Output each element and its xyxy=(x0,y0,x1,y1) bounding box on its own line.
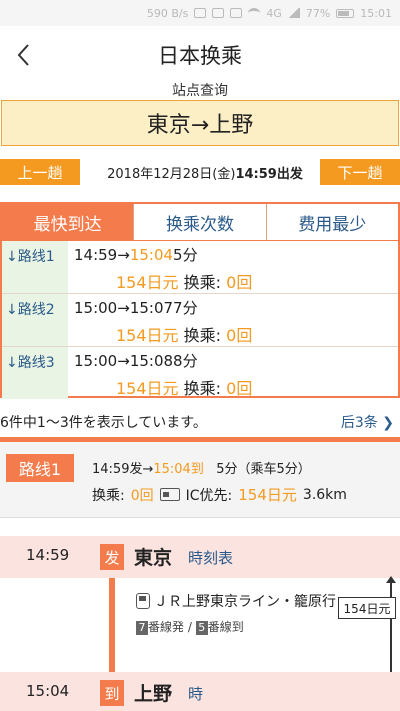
timetable-link[interactable]: 時刻表 xyxy=(188,547,233,568)
summary-details: 换乘: 0回 IC优先: 154日元 3.6km xyxy=(92,486,347,504)
prev-train-button[interactable]: 上一趟 xyxy=(0,159,80,185)
selected-route-summary: 路线1 14:59发→15:04到 5分（乘车5分） 换乘: 0回 IC优先: 1… xyxy=(0,442,400,518)
clock: 15:01 xyxy=(360,6,392,20)
network-type-badge: 4G xyxy=(266,6,282,20)
next-results-link[interactable]: 后3条 ❯ xyxy=(341,412,394,432)
tab-cheapest[interactable]: 费用最少 xyxy=(265,204,398,240)
result-count: 6件中1〜3件を表示しています。 后3条 ❯ xyxy=(0,412,400,434)
route-times: 14:59→15:045分 xyxy=(74,246,198,264)
page-title: 日本换乘 xyxy=(158,44,242,68)
network-speed: 590 B/s xyxy=(146,6,189,20)
route-item-3[interactable]: ↓路线3 15:00→15:088分 154日元 换乘: 0回 xyxy=(2,347,398,400)
tab-fastest[interactable]: 最快到达 xyxy=(2,204,134,240)
spacer xyxy=(0,518,400,536)
status-bar: 590 B/s 4G 77% 15:01 xyxy=(0,0,400,26)
cell-signal-icon xyxy=(287,8,300,18)
train-name: ＪＲ上野東京ライン・籠原行 xyxy=(136,592,336,612)
eye-icon xyxy=(230,8,243,18)
result-count-text: 6件中1〜3件を表示しています。 xyxy=(0,415,207,431)
track-info: 7 番線発 / 5 番線到 xyxy=(136,618,336,635)
route-label: ↓路线2 xyxy=(2,294,68,346)
departure-time: 14:59出发 xyxy=(235,166,303,182)
route-badge: 路线1 xyxy=(6,454,74,482)
departure-datetime: 2018年12月28日(金) 14:59出发 xyxy=(100,159,310,185)
route-label: ↓路线3 xyxy=(2,347,68,399)
stop-name: 上野 xyxy=(134,683,173,705)
tab-fewest-transfers[interactable]: 换乘次数 xyxy=(133,204,266,240)
alarm-icon xyxy=(212,8,225,18)
train-info: ＪＲ上野東京ライン・籠原行 7 番線発 / 5 番線到 xyxy=(136,592,336,635)
route-list: ↓路线1 14:59→15:045分 154日元 换乘: 0回 ↓路线2 15:… xyxy=(0,240,400,400)
page-subtitle: 站点查询 xyxy=(172,83,228,99)
stop-time: 15:04 xyxy=(26,682,70,700)
route-display: 東京→上野 xyxy=(1,100,399,146)
hd-icon xyxy=(194,8,207,18)
sort-tabs: 最快到达 换乘次数 费用最少 xyxy=(0,202,400,240)
route-fare: 154日元 换乘: 0回 xyxy=(116,326,253,345)
battery-percent: 77% xyxy=(305,6,331,20)
train-icon xyxy=(136,593,150,609)
ic-card-icon xyxy=(159,488,180,501)
chevron-right-icon: ❯ xyxy=(382,415,394,431)
departure-date: 2018年12月28日(金) xyxy=(107,166,236,182)
next-train-button[interactable]: 下一趟 xyxy=(320,159,400,185)
route-fare: 154日元 换乘: 0回 xyxy=(116,379,253,398)
route-times: 15:00→15:077分 xyxy=(74,299,198,317)
timetable-link[interactable]: 時 xyxy=(188,683,203,704)
wifi-icon xyxy=(248,8,261,18)
route-times: 15:00→15:088分 xyxy=(74,352,198,370)
fare-tag: 154日元 xyxy=(338,597,396,619)
battery-icon xyxy=(336,8,355,18)
arrive-tag: 到 xyxy=(100,680,124,706)
arrival-stop: 15:04 到 上野 時 xyxy=(0,672,400,711)
depart-tag: 发 xyxy=(100,544,124,570)
route-label: ↓路线1 xyxy=(2,241,68,293)
stop-name: 東京 xyxy=(134,547,173,569)
summary-times: 14:59发→15:04到 5分（乘车5分） xyxy=(92,462,311,477)
route-item-2[interactable]: ↓路线2 15:00→15:077分 154日元 换乘: 0回 xyxy=(2,294,398,347)
route-fare: 154日元 换乘: 0回 xyxy=(116,273,253,292)
stop-time: 14:59 xyxy=(26,546,70,564)
departure-stop: 14:59 发 東京 時刻表 xyxy=(0,536,400,578)
route-item-1[interactable]: ↓路线1 14:59→15:045分 154日元 换乘: 0回 xyxy=(2,241,398,294)
route-line xyxy=(109,578,115,672)
